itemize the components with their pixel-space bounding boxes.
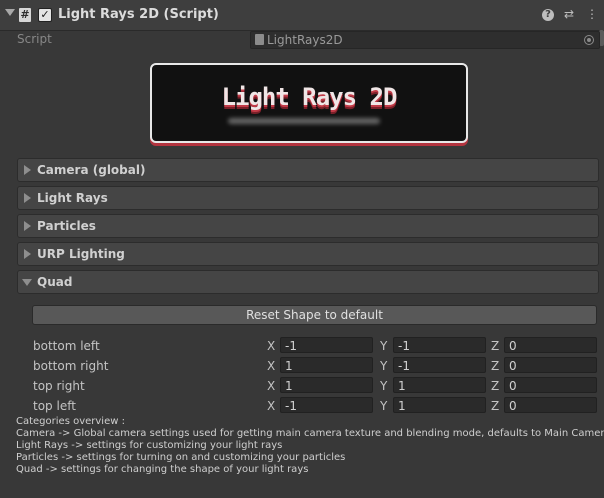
top-right-y-field[interactable]: 1: [393, 377, 486, 393]
logo-banner: Light Rays 2D: [150, 63, 468, 143]
axis-x-label[interactable]: X: [267, 379, 275, 393]
script-file-icon: [255, 34, 264, 45]
top-right-x-field[interactable]: 1: [280, 377, 373, 393]
axis-z-label[interactable]: Z: [491, 379, 499, 393]
script-field[interactable]: LightRays2D: [250, 31, 600, 49]
axis-x-label[interactable]: X: [267, 339, 275, 353]
axis-y-label[interactable]: Y: [380, 399, 387, 413]
axis-z-label[interactable]: Z: [491, 399, 499, 413]
foldout-label: URP Lighting: [37, 247, 125, 261]
script-icon: #: [19, 8, 31, 22]
foldout-particles[interactable]: Particles: [17, 214, 599, 238]
component-title[interactable]: Light Rays 2D (Script): [58, 7, 219, 22]
foldout-light-rays[interactable]: Light Rays: [17, 186, 599, 210]
foldout-quad[interactable]: Quad: [17, 270, 599, 294]
bottom-right-y-field[interactable]: -1: [393, 357, 486, 373]
axis-x-label[interactable]: X: [267, 359, 275, 373]
chevron-right-icon: [24, 165, 31, 175]
presets-icon[interactable]: ⇄: [562, 7, 576, 21]
foldout-label: Particles: [37, 219, 96, 233]
help-line: Categories overview :: [16, 416, 125, 427]
context-menu-icon[interactable]: ⋮: [585, 7, 599, 21]
logo-glow: [228, 118, 380, 124]
help-line: Particles -> settings for turning on and…: [16, 452, 346, 463]
bottom-left-x-field[interactable]: -1: [280, 337, 373, 353]
bottom-left-y-field[interactable]: -1: [393, 337, 486, 353]
foldout-label: Light Rays: [37, 191, 108, 205]
chevron-right-icon: [24, 221, 31, 231]
object-picker-icon[interactable]: [584, 35, 594, 45]
bottom-left-z-field[interactable]: 0: [504, 337, 597, 353]
vertex-label-top-right: top right: [33, 379, 85, 393]
logo-text: Light Rays 2D: [221, 83, 398, 111]
foldout-label: Camera (global): [37, 163, 146, 177]
axis-y-label[interactable]: Y: [380, 379, 387, 393]
script-field-value: LightRays2D: [267, 33, 343, 47]
foldout-camera[interactable]: Camera (global): [17, 158, 599, 182]
enabled-checkbox[interactable]: ✓: [38, 8, 52, 22]
reset-shape-button[interactable]: Reset Shape to default: [32, 305, 597, 325]
foldout-label: Quad: [37, 275, 73, 289]
axis-z-label[interactable]: Z: [491, 339, 499, 353]
help-box: Categories overview : Camera -> Global c…: [16, 416, 604, 476]
collapse-arrow-icon[interactable]: [5, 9, 15, 16]
axis-x-label[interactable]: X: [267, 399, 275, 413]
help-line: Camera -> Global camera settings used fo…: [16, 428, 604, 439]
chevron-right-icon: [24, 249, 31, 259]
top-left-x-field[interactable]: -1: [280, 397, 373, 413]
vertex-label-bottom-left: bottom left: [33, 339, 100, 353]
top-left-y-field[interactable]: 1: [393, 397, 486, 413]
axis-z-label[interactable]: Z: [491, 359, 499, 373]
foldout-urp-lighting[interactable]: URP Lighting: [17, 242, 599, 266]
vertex-label-bottom-right: bottom right: [33, 359, 109, 373]
help-line: Light Rays -> settings for customizing y…: [16, 440, 283, 451]
chevron-right-icon: [24, 193, 31, 203]
help-icon[interactable]: ?: [542, 9, 554, 21]
top-left-z-field[interactable]: 0: [504, 397, 597, 413]
axis-y-label[interactable]: Y: [380, 339, 387, 353]
script-label: Script: [17, 32, 52, 46]
help-line: Quad -> settings for changing the shape …: [16, 464, 309, 475]
chevron-down-icon: [22, 279, 32, 286]
vertex-label-top-left: top left: [33, 399, 76, 413]
axis-y-label[interactable]: Y: [380, 359, 387, 373]
bottom-right-z-field[interactable]: 0: [504, 357, 597, 373]
bottom-right-x-field[interactable]: 1: [280, 357, 373, 373]
top-right-z-field[interactable]: 0: [504, 377, 597, 393]
